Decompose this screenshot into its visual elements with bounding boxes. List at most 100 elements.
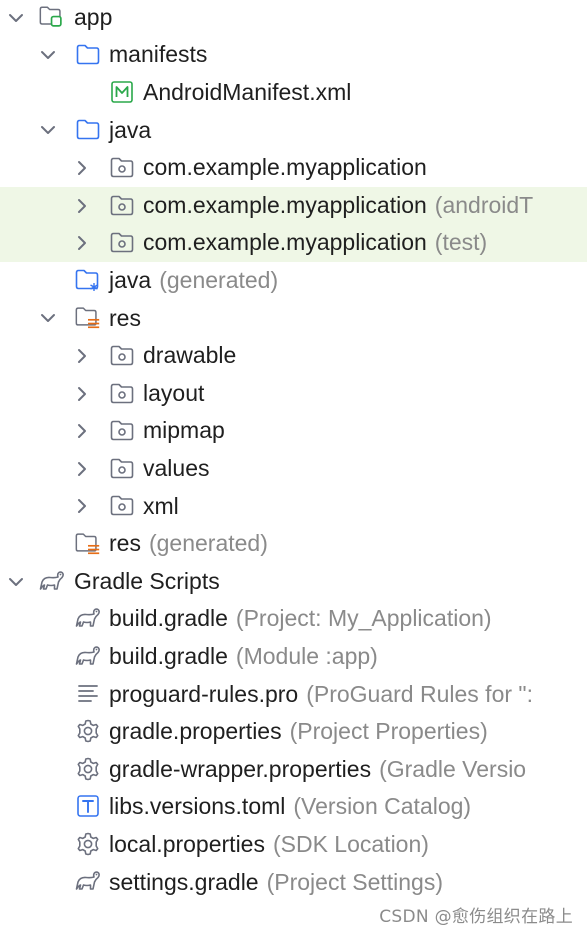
tree-item-name: AndroidManifest.xml <box>143 78 352 105</box>
tree-item-name: proguard-rules.pro <box>109 680 299 707</box>
tree-row[interactable]: drawable <box>0 337 587 375</box>
tree-row[interactable]: build.gradle (Module :app) <box>0 638 587 676</box>
tree-item-name: java <box>109 116 152 143</box>
tree-item-name: settings.gradle <box>109 868 259 895</box>
tree-row-label: com.example.myapplication (test) <box>143 229 487 256</box>
folder-icon <box>74 115 102 143</box>
gradle-icon <box>74 604 102 632</box>
tree-row-label: AndroidManifest.xml <box>143 79 351 106</box>
chevron-right-icon[interactable] <box>70 194 94 218</box>
tree-item-hint: (ProGuard Rules for ": <box>306 680 533 707</box>
package-icon <box>108 341 136 369</box>
gear-icon <box>74 830 102 858</box>
tree-row-label: gradle.properties (Project Properties) <box>109 718 488 745</box>
tree-row[interactable]: libs.versions.toml (Version Catalog) <box>0 788 587 826</box>
tree-row[interactable]: proguard-rules.pro (ProGuard Rules for ": <box>0 675 587 713</box>
tree-row[interactable]: settings.gradle (Project Settings) <box>0 863 587 901</box>
package-icon <box>108 491 136 519</box>
toml-file-icon <box>74 792 102 820</box>
tree-item-hint: (androidT <box>434 191 534 218</box>
tree-row[interactable]: app <box>0 0 587 36</box>
tree-row[interactable]: res <box>0 299 587 337</box>
tree-item-name: values <box>143 454 210 481</box>
tree-item-name: com.example.myapplication <box>143 154 427 181</box>
tree-item-name: res <box>109 530 141 557</box>
tree-row-label: java <box>109 117 151 144</box>
gradle-icon <box>74 867 102 895</box>
tree-row-label: res (generated) <box>109 530 268 557</box>
tree-row[interactable]: gradle.properties (Project Properties) <box>0 713 587 751</box>
tree-item-hint: (Module :app) <box>235 642 378 669</box>
chevron-right-icon[interactable] <box>70 156 94 180</box>
package-icon <box>108 191 136 219</box>
tree-row[interactable]: Gradle Scripts <box>0 563 587 601</box>
chevron-right-icon[interactable] <box>70 382 94 406</box>
chevron-right-icon[interactable] <box>70 231 94 255</box>
tree-item-name: build.gradle <box>109 605 228 632</box>
tree-item-name: local.properties <box>109 830 265 857</box>
tree-row[interactable]: java <box>0 111 587 149</box>
chevron-right-icon[interactable] <box>70 419 94 443</box>
tree-row-label: gradle-wrapper.properties (Gradle Versio <box>109 756 526 783</box>
tree-row[interactable]: com.example.myapplication (test) <box>0 224 587 262</box>
app-module-icon <box>38 3 66 31</box>
tree-row-label: res <box>109 305 141 332</box>
chevron-down-icon[interactable] <box>4 570 28 594</box>
chevron-right-icon[interactable] <box>70 494 94 518</box>
tree-row[interactable]: manifests <box>0 36 587 74</box>
chevron-right-icon[interactable] <box>70 344 94 368</box>
tree-item-hint: (Gradle Versio <box>379 755 527 782</box>
tree-row[interactable]: xml <box>0 487 587 525</box>
tree-item-name: build.gradle <box>109 642 228 669</box>
tree-row-label: java (generated) <box>109 267 278 294</box>
tree-item-hint: (generated) <box>159 266 279 293</box>
tree-item-name: com.example.myapplication <box>143 229 427 256</box>
tree-row-label: local.properties (SDK Location) <box>109 831 429 858</box>
package-icon <box>108 228 136 256</box>
tree-row-label: proguard-rules.pro (ProGuard Rules for ": <box>109 681 533 708</box>
tree-row-label: mipmap <box>143 417 225 444</box>
chevron-down-icon[interactable] <box>36 118 60 142</box>
gradle-icon <box>38 567 66 595</box>
tree-row-label: build.gradle (Module :app) <box>109 643 378 670</box>
tree-item-name: app <box>74 3 113 30</box>
tree-item-hint: (Project: My_Application) <box>235 605 492 632</box>
tree-item-name: libs.versions.toml <box>109 793 286 820</box>
tree-row-label: layout <box>143 380 204 407</box>
tree-row[interactable]: values <box>0 450 587 488</box>
tree-row-label: app <box>74 4 112 31</box>
tree-row[interactable]: com.example.myapplication (androidT <box>0 186 587 225</box>
chevron-down-icon[interactable] <box>36 43 60 67</box>
tree-row[interactable]: layout <box>0 375 587 413</box>
tree-item-name: Gradle Scripts <box>74 567 220 594</box>
chevron-right-icon[interactable] <box>70 457 94 481</box>
tree-row-label: values <box>143 455 209 482</box>
package-icon <box>108 416 136 444</box>
chevron-down-icon[interactable] <box>36 306 60 330</box>
tree-item-name: gradle-wrapper.properties <box>109 755 372 782</box>
tree-row[interactable]: build.gradle (Project: My_Application) <box>0 600 587 638</box>
tree-item-name: mipmap <box>143 417 225 444</box>
tree-row-label: drawable <box>143 342 236 369</box>
chevron-down-icon[interactable] <box>4 6 28 30</box>
tree-item-hint: (generated) <box>148 530 268 557</box>
tree-row-label: Gradle Scripts <box>74 568 220 595</box>
tree-row[interactable]: java (generated) <box>0 262 587 300</box>
gear-icon <box>74 755 102 783</box>
manifest-file-icon <box>108 78 136 106</box>
tree-item-name: com.example.myapplication <box>143 191 427 218</box>
tree-item-name: layout <box>143 379 205 406</box>
tree-row[interactable]: gradle-wrapper.properties (Gradle Versio <box>0 751 587 789</box>
tree-row[interactable]: AndroidManifest.xml <box>0 74 587 112</box>
tree-row[interactable]: local.properties (SDK Location) <box>0 826 587 864</box>
package-icon <box>108 379 136 407</box>
tree-row[interactable]: com.example.myapplication <box>0 149 587 187</box>
tree-row[interactable]: mipmap <box>0 412 587 450</box>
tree-row-label: manifests <box>109 41 207 68</box>
generated-folder-icon <box>74 266 102 294</box>
tree-item-hint: (SDK Location) <box>272 830 429 857</box>
tree-row[interactable]: res (generated) <box>0 525 587 563</box>
watermark: CSDN @愈伤组织在路上 <box>379 907 573 927</box>
gear-icon <box>74 717 102 745</box>
package-icon <box>108 454 136 482</box>
